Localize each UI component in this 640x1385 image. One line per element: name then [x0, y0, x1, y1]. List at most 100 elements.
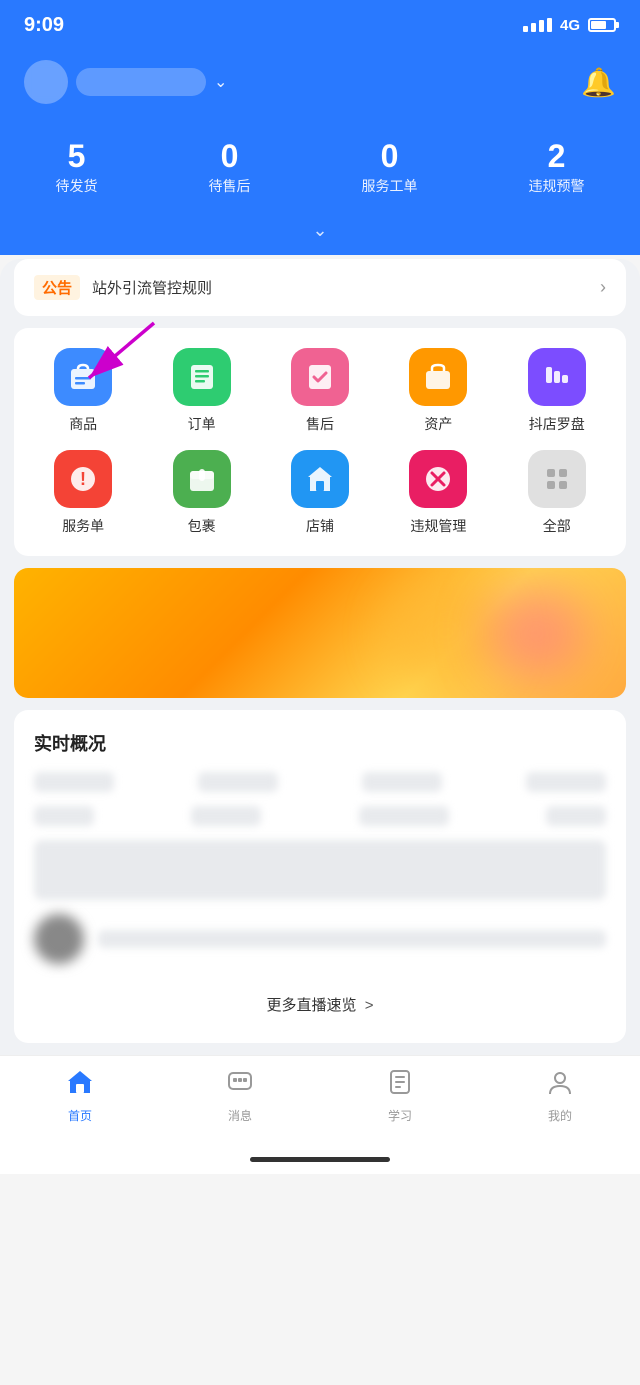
nav-message[interactable]: 消息: [226, 1068, 254, 1124]
blurred-stat-2: [198, 772, 278, 792]
blurred-stat-3: [362, 772, 442, 792]
menu-label-all: 全部: [543, 516, 571, 536]
ann-tag: 公告: [34, 275, 80, 300]
blurred-list-item: [34, 914, 606, 964]
more-live-arrow-icon: >: [365, 997, 374, 1014]
blurred-line: [98, 930, 606, 948]
blurred-stat-7: [359, 806, 449, 826]
more-live-row[interactable]: 更多直播速览 >: [34, 978, 606, 1023]
stat-label-violation: 违规预警: [529, 176, 585, 196]
nav-mine[interactable]: 我的: [546, 1068, 574, 1124]
learn-icon: [386, 1068, 414, 1103]
stat-pending-after[interactable]: 0 待售后: [209, 140, 251, 196]
blurred-stat-4: [526, 772, 606, 792]
chevron-down-icon[interactable]: ⌄: [214, 72, 227, 92]
stat-label-pending-after: 待售后: [209, 176, 251, 196]
mine-icon: [546, 1068, 574, 1103]
nav-label-message: 消息: [228, 1107, 252, 1124]
svg-text:!: !: [80, 469, 86, 489]
announcement[interactable]: 公告 站外引流管控规则 ›: [14, 259, 626, 316]
package-icon: [173, 450, 231, 508]
blurred-stats-row-1: [34, 772, 606, 792]
menu-label-store: 店铺: [306, 516, 334, 536]
bell-icon[interactable]: 🔔: [581, 66, 616, 99]
blurred-stats-row-2: [34, 806, 606, 826]
store-icon: [291, 450, 349, 508]
nav-learn[interactable]: 学习: [386, 1068, 414, 1124]
header: ⌄ 🔔: [0, 50, 640, 124]
home-indicator: [0, 1144, 640, 1174]
status-right: 4G: [523, 17, 616, 34]
status-bar: 9:09 4G: [0, 0, 640, 50]
stat-violation[interactable]: 2 违规预警: [529, 140, 585, 196]
store-name-blurred: [76, 68, 206, 96]
blurred-stat-8: [546, 806, 606, 826]
stat-pending-ship[interactable]: 5 待发货: [56, 140, 98, 196]
stats-row: 5 待发货 0 待售后 0 服务工单 2 违规预警: [0, 124, 640, 220]
menu-label-compass: 抖店罗盘: [529, 414, 585, 434]
ann-text: 站外引流管控规则: [92, 277, 588, 298]
menu-item-order[interactable]: 订单: [152, 348, 252, 434]
menu-label-package: 包裹: [188, 516, 216, 536]
menu-label-aftersale: 售后: [306, 414, 334, 434]
menu-row-2: ! 服务单 包裹: [24, 450, 616, 536]
bottom-nav: 首页 消息 学习: [0, 1055, 640, 1144]
asset-icon: [409, 348, 467, 406]
store-avatar: [24, 60, 68, 104]
menu-item-violation[interactable]: 违规管理: [388, 450, 488, 536]
stat-label-service: 服务工单: [362, 176, 418, 196]
ann-arrow-icon: ›: [600, 277, 606, 298]
nav-label-learn: 学习: [388, 1107, 412, 1124]
menu-item-package[interactable]: 包裹: [152, 450, 252, 536]
menu-label-order: 订单: [188, 414, 216, 434]
network-label: 4G: [560, 17, 580, 34]
realtime-title: 实时概况: [34, 730, 606, 756]
expand-chevron-icon: ⌄: [312, 220, 327, 240]
goods-icon: [54, 348, 112, 406]
store-selector[interactable]: ⌄: [24, 60, 227, 104]
blurred-avatar: [34, 914, 84, 964]
all-icon: [528, 450, 586, 508]
menu-item-goods[interactable]: 商品: [33, 348, 133, 434]
banner[interactable]: [14, 568, 626, 698]
menu-item-all[interactable]: 全部: [507, 450, 607, 536]
menu-label-goods: 商品: [69, 414, 97, 434]
home-icon: [66, 1068, 94, 1103]
blurred-block: [34, 840, 606, 900]
menu-label-asset: 资产: [424, 414, 452, 434]
stat-service-order[interactable]: 0 服务工单: [362, 140, 418, 196]
order-icon: [173, 348, 231, 406]
blurred-stat-5: [34, 806, 94, 826]
menu-item-asset[interactable]: 资产: [388, 348, 488, 434]
message-icon: [226, 1068, 254, 1103]
menu-item-service[interactable]: ! 服务单: [33, 450, 133, 536]
nav-label-mine: 我的: [548, 1107, 572, 1124]
stat-number-service: 0: [362, 140, 418, 172]
battery-icon: [588, 18, 616, 32]
home-bar: [250, 1157, 390, 1162]
realtime-section: 实时概况 更多直播速览 >: [14, 710, 626, 1043]
compass-icon: [528, 348, 586, 406]
aftersale-icon: [291, 348, 349, 406]
more-live-text: 更多直播速览: [267, 997, 357, 1014]
menu-label-service: 服务单: [62, 516, 104, 536]
menu-item-compass[interactable]: 抖店罗盘: [507, 348, 607, 434]
menu-grid: 商品 订单: [14, 328, 626, 556]
stat-label-pending-ship: 待发货: [56, 176, 98, 196]
violation-icon: [409, 450, 467, 508]
nav-home[interactable]: 首页: [66, 1068, 94, 1124]
stat-number-violation: 2: [529, 140, 585, 172]
expand-row[interactable]: ⌄: [0, 220, 640, 255]
menu-item-aftersale[interactable]: 售后: [270, 348, 370, 434]
banner-blur-2: [486, 588, 586, 678]
blurred-stat-1: [34, 772, 114, 792]
main-content: 公告 站外引流管控规则 ›: [0, 259, 640, 1174]
service-icon: !: [54, 450, 112, 508]
stat-number-pending-after: 0: [209, 140, 251, 172]
menu-label-violation: 违规管理: [410, 516, 466, 536]
menu-item-store[interactable]: 店铺: [270, 450, 370, 536]
signal-icon: [523, 18, 552, 32]
menu-row-1: 商品 订单: [24, 348, 616, 434]
blurred-stat-6: [191, 806, 261, 826]
nav-label-home: 首页: [68, 1107, 92, 1124]
